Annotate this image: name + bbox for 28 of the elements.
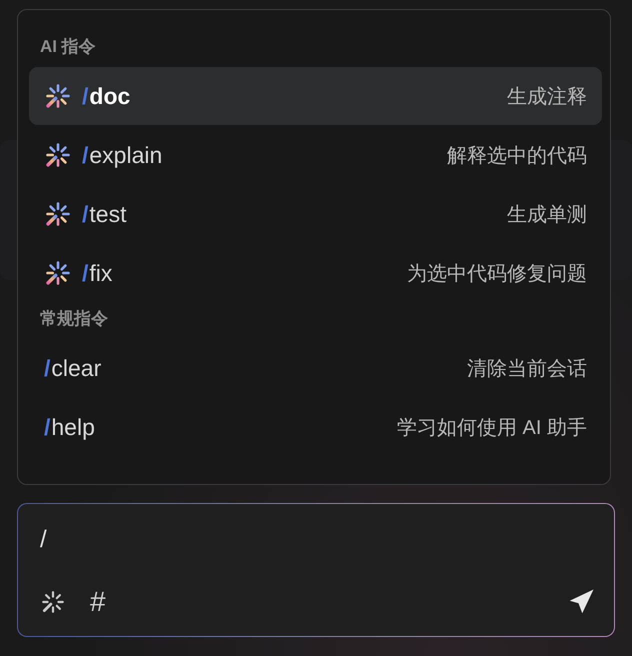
command-item[interactable]: /doc 生成注释 (29, 67, 602, 125)
command-description: 学习如何使用 AI 助手 (396, 416, 587, 440)
section-title: AI 指令 (39, 36, 97, 58)
command-name: /doc (82, 82, 130, 110)
sparkle-icon (44, 259, 72, 287)
command-name: /clear (44, 354, 102, 382)
sparkle-icon (44, 141, 72, 169)
command-item[interactable]: /explain 解释选中的代码 (29, 126, 602, 184)
command-description: 生成注释 (507, 84, 587, 110)
command-description: 生成单测 (507, 202, 587, 228)
command-name: /help (44, 414, 95, 440)
sparkle-icon (44, 82, 72, 110)
command-item[interactable]: /test 生成单测 (29, 185, 602, 243)
command-name: /test (82, 200, 126, 228)
input-value: / (40, 526, 48, 555)
command-name: /fix (82, 260, 112, 286)
command-description: 解释选中的代码 (447, 144, 587, 168)
chat-input-field[interactable]: / # (17, 503, 615, 637)
command-item[interactable]: /fix 为选中代码修复问题 (29, 244, 602, 302)
sparkle-icon (44, 200, 72, 228)
section-title: 常规指令 (39, 308, 109, 330)
command-description: 为选中代码修复问题 (407, 262, 587, 286)
command-item[interactable]: /help 学习如何使用 AI 助手 (29, 398, 602, 456)
command-name: /explain (82, 142, 162, 168)
sparkle-icon[interactable] (40, 589, 66, 615)
command-item[interactable]: /clear 清除当前会话 (29, 339, 602, 397)
hash-button[interactable]: # (90, 586, 106, 618)
command-description: 清除当前会话 (467, 356, 587, 382)
